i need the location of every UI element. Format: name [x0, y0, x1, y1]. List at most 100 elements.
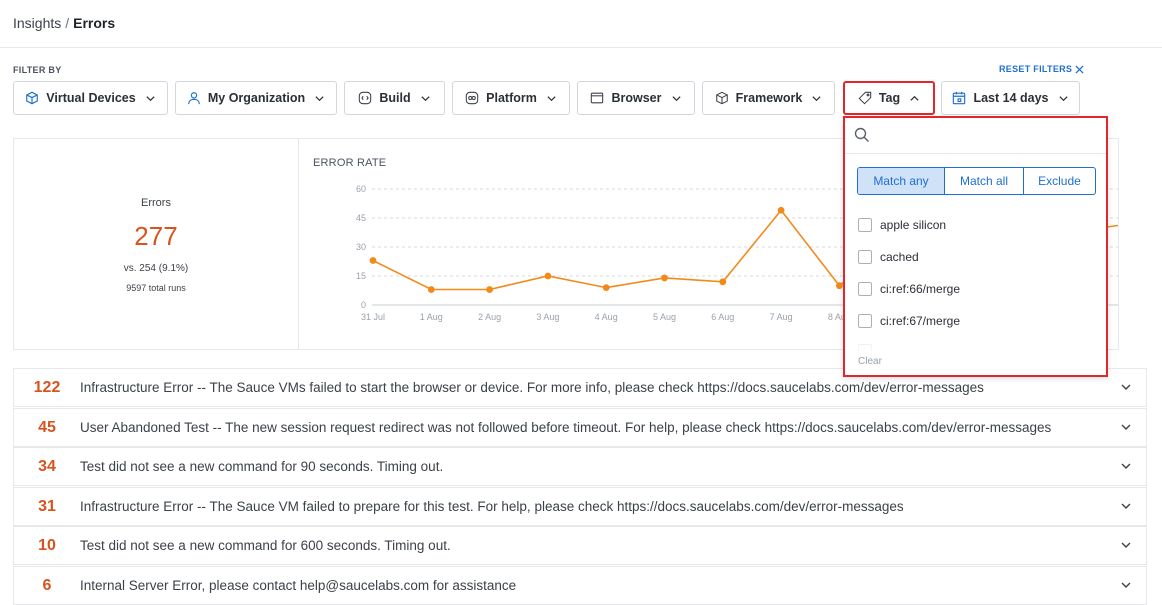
tag-search-input[interactable]	[875, 124, 1095, 146]
data-point[interactable]	[602, 284, 610, 291]
build-icon	[358, 91, 372, 105]
breadcrumb-current: Errors	[73, 15, 116, 31]
errors-comparison: vs. 254 (9.1%)	[123, 263, 189, 274]
calendar-icon	[952, 91, 966, 105]
chevron-down-icon	[671, 93, 682, 104]
error-row[interactable]: 31 Infrastructure Error -- The Sauce VM f…	[13, 487, 1147, 526]
filter-label: Last 14 days	[973, 91, 1049, 105]
data-point[interactable]	[661, 274, 668, 282]
framework-filter[interactable]: Framework	[702, 81, 835, 115]
chevron-down-icon	[145, 93, 156, 104]
breadcrumb-parent[interactable]: Insights	[13, 15, 61, 31]
checkbox[interactable]	[858, 314, 872, 328]
errors-total-card: Errors 277 vs. 254 (9.1%) 9597 total run…	[14, 139, 299, 349]
list-fade	[845, 338, 1106, 358]
x-tick-label: 1 Aug	[420, 312, 443, 322]
errors-count: 277	[134, 221, 178, 251]
filter-label: Build	[379, 91, 411, 105]
chevron-down-icon	[546, 93, 557, 104]
chevron-down-icon	[1058, 93, 1069, 104]
filter-label: Framework	[735, 91, 803, 105]
error-message: User Abandoned Test -- The new session r…	[80, 420, 1052, 435]
tag-option[interactable]: cached	[858, 250, 919, 264]
checkbox[interactable]	[858, 282, 872, 296]
total-runs: 9597 total runs	[126, 283, 186, 293]
checkbox[interactable]	[858, 250, 872, 264]
cube-icon	[25, 91, 39, 105]
x-tick-label: 3 Aug	[536, 312, 559, 322]
user-icon	[187, 91, 201, 105]
platform-icon	[465, 91, 479, 105]
data-point[interactable]	[836, 282, 843, 290]
chevron-down-icon	[420, 93, 431, 104]
error-count: 45	[38, 418, 56, 436]
close-icon	[1075, 64, 1084, 74]
data-point[interactable]	[486, 286, 493, 293]
chevron-down-icon	[811, 93, 822, 104]
error-row[interactable]: 6 Internal Server Error, please contact h…	[13, 566, 1147, 605]
filter-label: Tag	[878, 91, 901, 105]
organization-filter[interactable]: My Organization	[175, 81, 337, 115]
tag-option[interactable]: ci:ref:67/merge	[858, 314, 960, 328]
date-range-filter[interactable]: Last 14 days	[941, 81, 1080, 115]
tag-search	[845, 118, 1106, 154]
virtual-devices-filter[interactable]: Virtual Devices	[13, 81, 168, 115]
y-tick-label: 15	[356, 271, 366, 281]
x-tick-label: 31 Jul	[361, 312, 385, 322]
chevron-down-icon[interactable]	[1120, 421, 1134, 435]
tag-option[interactable]: apple silicon	[858, 218, 946, 232]
filter-by-label: FILTER BY	[13, 65, 62, 75]
reset-filters-label: RESET FILTERS	[999, 64, 1073, 74]
error-row[interactable]: 45 User Abandoned Test -- The new session…	[13, 408, 1147, 447]
match-any-button[interactable]: Match any	[858, 168, 944, 194]
y-tick-label: 30	[356, 242, 366, 252]
framework-icon	[715, 91, 729, 105]
x-tick-label: 6 Aug	[711, 312, 734, 322]
error-count: 31	[38, 497, 56, 515]
tag-filter[interactable]: Tag	[843, 81, 935, 115]
x-tick-label: 7 Aug	[770, 312, 793, 322]
chevron-down-icon[interactable]	[1120, 381, 1134, 395]
tag-option[interactable]: ci:ref:66/merge	[858, 282, 960, 296]
filter-label: My Organization	[207, 91, 306, 105]
tag-option-label: cached	[880, 250, 919, 264]
y-tick-label: 0	[361, 300, 366, 310]
match-all-button[interactable]: Match all	[944, 168, 1023, 194]
exclude-button[interactable]: Exclude	[1023, 168, 1095, 194]
data-point[interactable]	[427, 286, 435, 293]
browser-filter[interactable]: Browser	[577, 81, 695, 115]
chevron-up-icon	[909, 93, 920, 104]
chevron-down-icon[interactable]	[1120, 500, 1134, 514]
x-tick-label: 4 Aug	[595, 312, 618, 322]
x-tick-label: 5 Aug	[653, 312, 676, 322]
browser-icon	[590, 91, 604, 105]
chevron-down-icon[interactable]	[1120, 579, 1134, 593]
tag-option-label: apple silicon	[880, 218, 947, 232]
platform-filter[interactable]: Platform	[452, 81, 570, 115]
page-header: Insights / Errors	[0, 0, 1162, 48]
error-message: Internal Server Error, please contact he…	[80, 578, 517, 593]
chevron-down-icon[interactable]	[1120, 460, 1134, 474]
search-icon	[854, 127, 869, 142]
data-point[interactable]	[369, 257, 377, 264]
clear-button[interactable]: Clear	[858, 356, 882, 367]
data-point[interactable]	[719, 278, 727, 286]
error-row[interactable]: 34 Test did not see a new command for 90 …	[13, 447, 1147, 486]
tag-option-label: ci:ref:66/merge	[880, 282, 961, 296]
error-count: 122	[33, 378, 61, 396]
chevron-down-icon[interactable]	[1120, 539, 1134, 553]
error-message: Infrastructure Error -- The Sauce VM fai…	[80, 499, 904, 514]
error-message: Test did not see a new command for 90 se…	[80, 459, 444, 474]
error-message: Infrastructure Error -- The Sauce VMs fa…	[80, 380, 984, 395]
build-filter[interactable]: Build	[344, 81, 445, 115]
error-count: 34	[38, 457, 56, 475]
error-count: 6	[42, 576, 52, 594]
chevron-down-icon	[314, 93, 325, 104]
reset-filters-button[interactable]: RESET FILTERS	[999, 64, 1084, 74]
data-point[interactable]	[777, 206, 785, 214]
checkbox[interactable]	[858, 218, 872, 232]
error-row[interactable]: 10 Test did not see a new command for 600…	[13, 526, 1147, 565]
data-point[interactable]	[544, 272, 552, 280]
tag-option-label: ci:ref:67/merge	[880, 314, 961, 328]
filter-label: Platform	[486, 91, 537, 105]
